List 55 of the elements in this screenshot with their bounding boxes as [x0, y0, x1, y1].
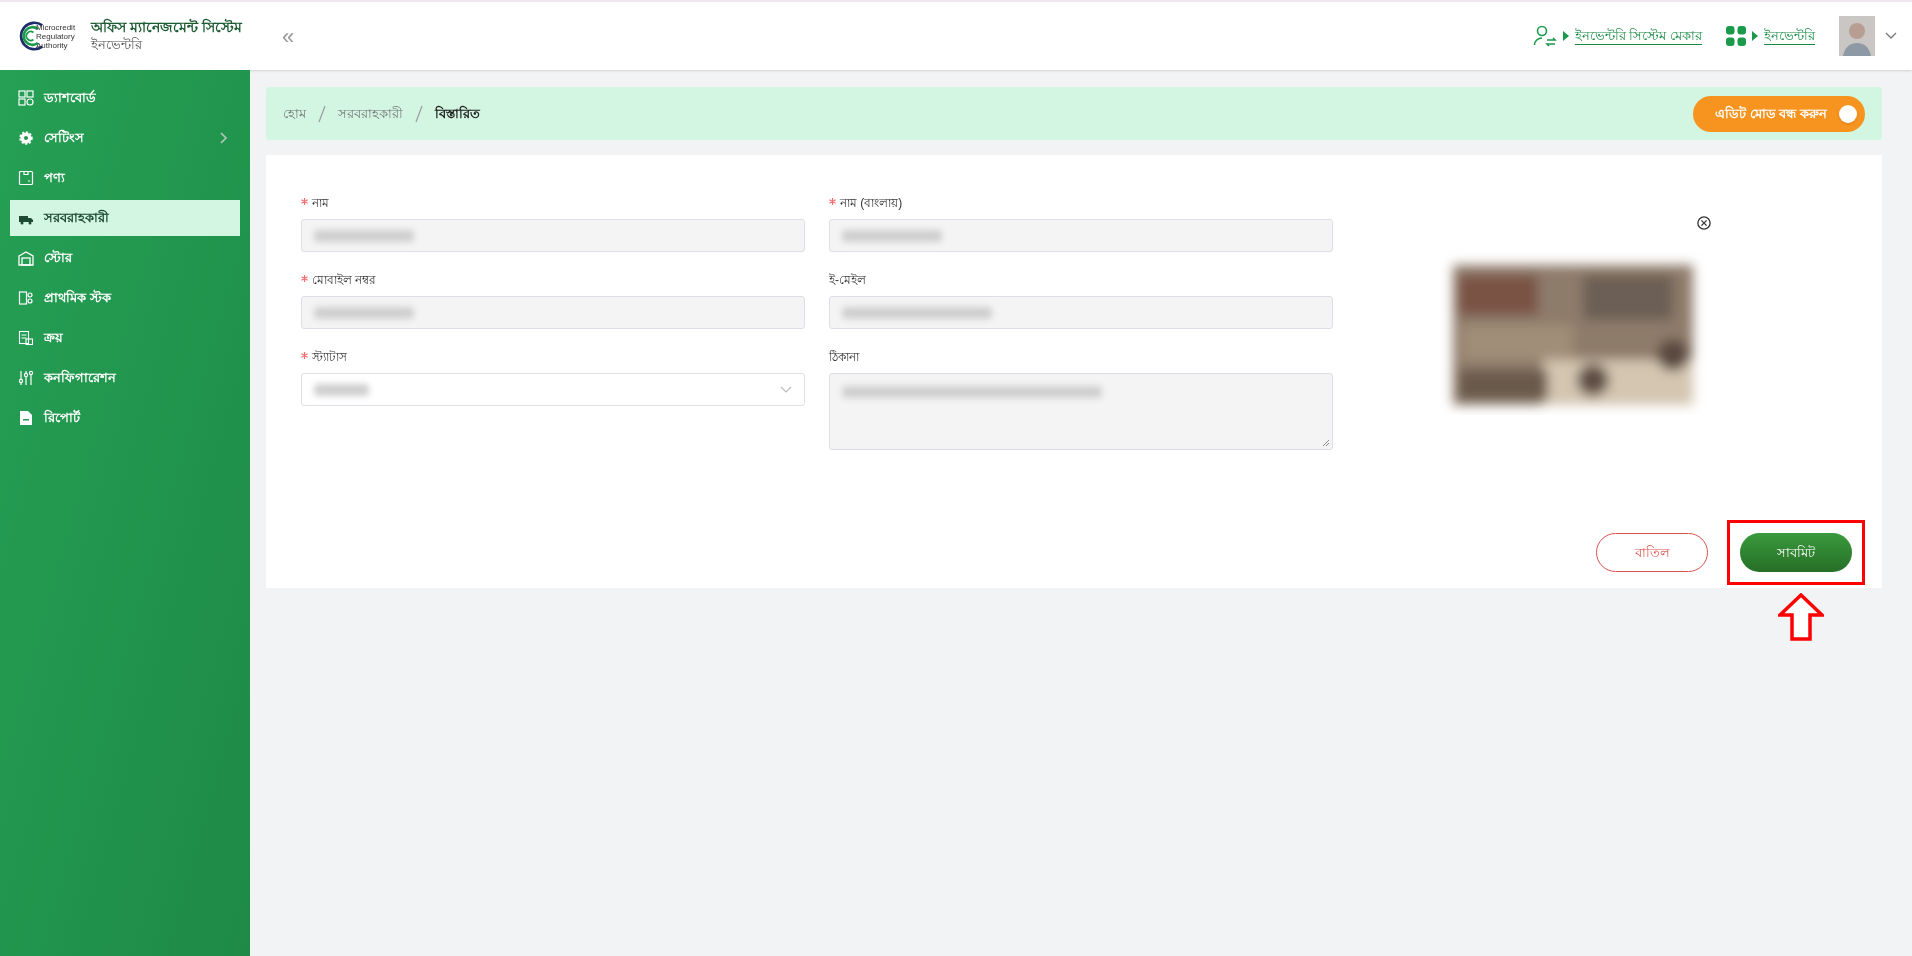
sidebar-item[interactable]: সরবরাহকারী	[10, 200, 240, 236]
sidebar-item[interactable]: ড্যাশবোর্ড	[10, 80, 240, 116]
select-field[interactable]	[301, 373, 805, 406]
sidebar-item[interactable]: রিপোর্ট	[10, 400, 240, 436]
app-subtitle: ইনভেন্টরি	[91, 36, 144, 53]
sidebar-item[interactable]: স্টোর	[10, 240, 240, 276]
logo-text: Authority	[36, 40, 68, 50]
remove-image-icon[interactable]	[1697, 216, 1711, 230]
play-icon	[1752, 31, 1758, 41]
play-icon	[1562, 31, 1569, 41]
breadcrumb-link[interactable]: সরবরাহকারী	[338, 103, 403, 124]
sidebar-item[interactable]: সেটিংস	[10, 120, 240, 156]
sidebar-item[interactable]: পণ্য	[10, 160, 240, 196]
edit-mode-toggle[interactable]: এডিট মোড বন্ধ করুন	[1693, 95, 1865, 132]
field-label: ই-মেইল	[829, 272, 866, 289]
input-field[interactable]	[301, 296, 805, 329]
store-icon	[18, 250, 34, 266]
slash-separator-icon	[318, 104, 326, 123]
chevron-down-icon	[780, 385, 792, 394]
input-field[interactable]	[829, 219, 1333, 252]
sidebar-item[interactable]: কনফিগারেশন	[10, 360, 240, 396]
field-label: ঠিকানা	[829, 349, 859, 366]
breadcrumb-link[interactable]: হোম	[283, 103, 306, 124]
collapse-button[interactable]: «	[281, 19, 295, 53]
box-icon	[18, 170, 34, 186]
textarea-field[interactable]	[829, 373, 1333, 450]
header-link[interactable]: ইনভেন্টরি	[1764, 26, 1815, 46]
up-arrow-icon	[1778, 593, 1824, 641]
chevron-down-icon[interactable]	[1885, 32, 1897, 40]
app-title: অফিস ম্যানেজমেন্ট সিস্টেম	[91, 19, 242, 37]
sliders-icon	[18, 370, 34, 386]
logo-text: Regulatory	[36, 31, 76, 41]
resize-handle-icon[interactable]	[1322, 439, 1330, 447]
stock-icon	[18, 290, 34, 306]
cancel-button[interactable]: বাতিল	[1596, 533, 1708, 572]
input-field[interactable]	[301, 219, 805, 252]
sidebar-item[interactable]: ক্রয়	[10, 320, 240, 356]
receipt-icon	[18, 330, 34, 346]
dashboard-icon	[18, 90, 34, 106]
user-swap-icon	[1532, 24, 1557, 48]
gear-icon	[18, 130, 34, 146]
sidebar-item[interactable]: প্রাথমিক স্টক	[10, 280, 240, 316]
blurred-value	[314, 383, 369, 396]
logo-text: Microcredit	[36, 22, 76, 32]
input-field[interactable]	[829, 296, 1333, 329]
field-label: নাম	[312, 195, 329, 212]
slash-separator-icon	[415, 104, 423, 123]
submit-button[interactable]: সাবমিট	[1740, 533, 1852, 572]
header-link[interactable]: ইনভেন্টরি সিস্টেম মেকার	[1574, 26, 1702, 46]
field-label: মোবাইল নম্বর	[312, 272, 377, 289]
grid-icon	[1726, 26, 1746, 46]
document-icon	[18, 410, 34, 426]
avatar[interactable]	[1839, 16, 1875, 56]
field-label: স্ট্যাটাস	[312, 349, 347, 366]
field-label: নাম (বাংলায়)	[840, 195, 903, 212]
